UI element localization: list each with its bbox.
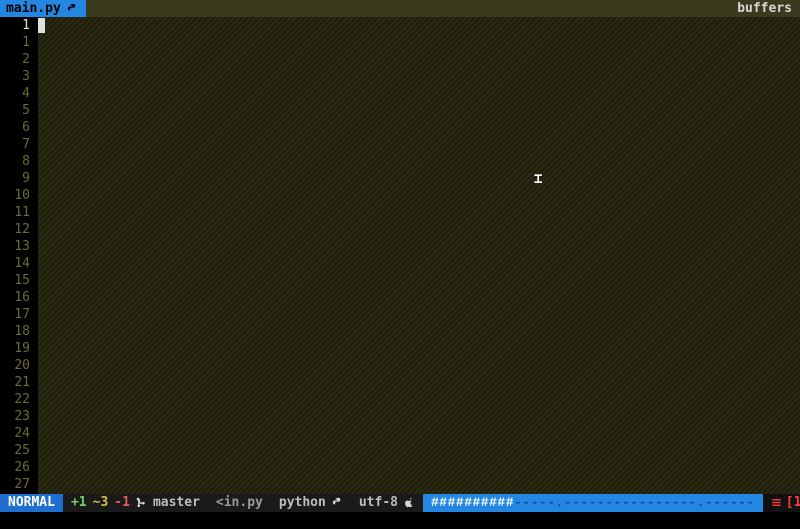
gutter: 1123456789101112131415161718192021222324… <box>0 17 38 494</box>
gutter-line-number: 17 <box>0 306 30 323</box>
python-icon <box>67 3 78 14</box>
diagnostics-count: [118] <box>786 495 800 510</box>
python-icon <box>332 497 343 508</box>
diagnostics-segment[interactable]: [118]tr… <box>763 494 800 511</box>
gutter-line-number: 2 <box>0 51 30 68</box>
git-removed: -1 <box>114 495 130 510</box>
mode-indicator: NORMAL <box>0 494 63 511</box>
tab-bar: main.py buffers <box>0 0 800 17</box>
gutter-line-number: 5 <box>0 102 30 119</box>
gutter-line-number: 25 <box>0 442 30 459</box>
git-modified: ~3 <box>93 495 109 510</box>
encoding-segment: utf-8 <box>351 494 423 511</box>
gutter-line-number: 24 <box>0 425 30 442</box>
gutter-line-number: 4 <box>0 85 30 102</box>
terminal-row[interactable] <box>0 512 800 529</box>
git-segment: +1 ~3 -1 master <box>63 494 208 511</box>
editor-viewport[interactable]: 1123456789101112131415161718192021222324… <box>0 17 800 494</box>
error-icon <box>771 497 782 508</box>
filetype-label: python <box>279 495 326 510</box>
gutter-line-number: 10 <box>0 187 30 204</box>
gutter-line-number: 27 <box>0 476 30 493</box>
gutter-line-number: 13 <box>0 238 30 255</box>
gutter-line-number: 3 <box>0 68 30 85</box>
tab-active[interactable]: main.py <box>0 0 86 17</box>
cursor-block <box>38 18 45 33</box>
gutter-line-number: 11 <box>0 204 30 221</box>
gutter-line-number: 6 <box>0 119 30 136</box>
tab-file-label: main.py <box>6 1 61 16</box>
gutter-line-number: 22 <box>0 391 30 408</box>
text-caret-icon: ⌶ <box>534 173 542 185</box>
gutter-line-number: 16 <box>0 289 30 306</box>
gutter-line-number: 9 <box>0 170 30 187</box>
encoding-label: utf-8 <box>359 495 398 510</box>
git-added: +1 <box>71 495 87 510</box>
gutter-line-number: 28 <box>0 493 30 494</box>
git-branch-icon <box>136 497 147 508</box>
gutter-line-number: 18 <box>0 323 30 340</box>
gutter-line-number: 14 <box>0 255 30 272</box>
git-branch: master <box>153 495 200 510</box>
statusline: NORMAL +1 ~3 -1 master <in.py python utf… <box>0 494 800 511</box>
gutter-line-number: 7 <box>0 136 30 153</box>
buffer[interactable]: ⌶ <box>38 17 800 494</box>
gutter-line-number: 8 <box>0 153 30 170</box>
tabbar-right-label[interactable]: buffers <box>729 1 800 16</box>
gutter-line-number: 12 <box>0 221 30 238</box>
gutter-line-number: 20 <box>0 357 30 374</box>
gutter-line-number: 26 <box>0 459 30 476</box>
gutter-line-number: 23 <box>0 408 30 425</box>
apple-icon <box>404 497 415 508</box>
gutter-line-number: 21 <box>0 374 30 391</box>
scrollbar-segment: ##########-----.----------------.------ <box>423 494 763 511</box>
gutter-line-number: 19 <box>0 340 30 357</box>
filetype-segment: python <box>271 494 351 511</box>
reads-from: <in.py <box>208 494 271 511</box>
gutter-line-number: 15 <box>0 272 30 289</box>
gutter-line-number: 1 <box>0 17 30 34</box>
gutter-line-number: 1 <box>0 34 30 51</box>
